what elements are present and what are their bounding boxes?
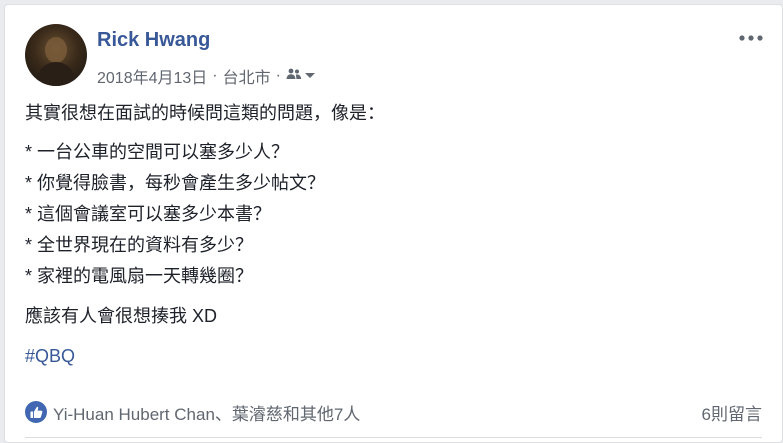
author-avatar[interactable]: [25, 24, 87, 86]
list-item: * 這個會議室可以塞多少本書？: [25, 204, 272, 224]
list-item: * 一台公車的空間可以塞多少人？: [25, 142, 290, 162]
post-meta: 2018年4月13日 · 台北市 ·: [97, 64, 317, 88]
hashtag-link[interactable]: #QBQ: [25, 344, 75, 368]
more-options-button[interactable]: [738, 27, 764, 47]
post-closing: 應該有人會很想揍我 XD: [25, 306, 218, 326]
author-name[interactable]: Rick Hwang: [97, 29, 210, 52]
post-footer: Yi-Huan Hubert Chan、葉濬慈和其他7人 6則留言: [25, 397, 762, 427]
audience-selector[interactable]: [286, 67, 317, 85]
post-date[interactable]: 2018年4月13日: [97, 64, 207, 88]
footer-divider: [25, 437, 762, 438]
meta-separator: ·: [212, 67, 218, 84]
meta-separator: ·: [275, 67, 281, 84]
more-options-icon: [739, 28, 763, 46]
post-intro: 其實很想在面試的時候問這類的問題，像是：: [25, 103, 385, 123]
post-body: 其實很想在面試的時候問這類的問題，像是： * 一台公車的空間可以塞多少人？ * …: [25, 101, 765, 368]
reactions-summary[interactable]: Yi-Huan Hubert Chan、葉濬慈和其他7人: [25, 400, 360, 425]
friends-icon: [286, 67, 302, 85]
chevron-down-icon: [303, 67, 317, 85]
list-item: * 你覺得臉書，每秒會產生多少帖文？: [25, 173, 326, 193]
reactions-text: Yi-Huan Hubert Chan、葉濬慈和其他7人: [53, 404, 361, 424]
comments-count-link[interactable]: 6則留言: [702, 400, 762, 425]
like-icon: [25, 401, 47, 423]
list-item: * 全世界現在的資料有多少？: [25, 235, 254, 255]
post-card: Rick Hwang 2018年4月13日 · 台北市 · 其實很想在面試的時候…: [4, 4, 783, 443]
post-location[interactable]: 台北市: [223, 64, 271, 88]
list-item: * 家裡的電風扇一天轉幾圈？: [25, 266, 254, 286]
question-list: * 一台公車的空間可以塞多少人？ * 你覺得臉書，每秒會產生多少帖文？ * 這個…: [25, 137, 765, 292]
